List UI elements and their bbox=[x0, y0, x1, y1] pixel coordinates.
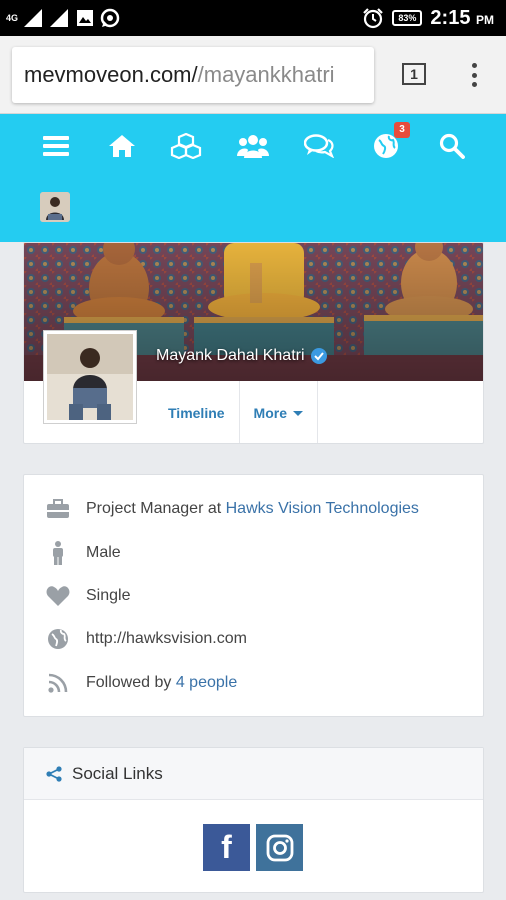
social-buttons: f bbox=[203, 824, 303, 871]
profile-name-text: Mayank Dahal Khatri bbox=[156, 347, 305, 364]
dot bbox=[471, 82, 477, 87]
profile-header-card: Mayank Dahal Khatri Timeline More bbox=[23, 242, 484, 444]
male-icon bbox=[46, 541, 70, 565]
users-icon[interactable] bbox=[235, 128, 271, 164]
notifications-badge: 3 bbox=[394, 122, 410, 138]
home-icon[interactable] bbox=[104, 128, 140, 164]
site-navbar: 3 bbox=[0, 114, 506, 242]
network-type: 4G bbox=[6, 12, 19, 23]
about-relationship: Single bbox=[24, 581, 483, 611]
website-link[interactable]: http://hawksvision.com bbox=[86, 630, 247, 648]
job-prefix: Project Manager at bbox=[86, 500, 226, 517]
cubes-icon[interactable] bbox=[168, 128, 204, 164]
rss-icon bbox=[46, 671, 70, 695]
tab-more-label: More bbox=[253, 405, 287, 421]
dot bbox=[471, 63, 477, 68]
about-card: Project Manager at Hawks Vision Technolo… bbox=[23, 474, 484, 717]
social-links-title: Social Links bbox=[72, 763, 163, 783]
caret-down-icon bbox=[293, 410, 303, 416]
facebook-button[interactable]: f bbox=[203, 824, 250, 871]
user-avatar[interactable] bbox=[40, 192, 70, 222]
clock-ampm: PM bbox=[476, 12, 494, 27]
about-website: http://hawksvision.com bbox=[24, 624, 483, 654]
heart-icon bbox=[46, 584, 70, 608]
facebook-icon: f bbox=[221, 829, 232, 865]
tab-more[interactable]: More bbox=[240, 381, 318, 443]
url-path: /mayankkhatri bbox=[197, 62, 335, 87]
instagram-button[interactable] bbox=[256, 824, 303, 871]
company-link[interactable]: Hawks Vision Technologies bbox=[226, 500, 419, 517]
tab-timeline[interactable]: Timeline bbox=[154, 381, 240, 443]
briefcase-icon bbox=[46, 497, 70, 521]
about-followers: Followed by 4 people bbox=[24, 668, 483, 698]
browser-menu-button[interactable] bbox=[463, 60, 485, 90]
clock-time: 2:15 bbox=[430, 6, 471, 29]
about-gender: Male bbox=[24, 538, 483, 568]
verified-icon bbox=[310, 348, 327, 364]
clock: 2:15 PM bbox=[430, 7, 494, 30]
globe-icon[interactable]: 3 bbox=[368, 122, 410, 164]
battery-icon: 83% bbox=[392, 10, 423, 26]
instagram-icon bbox=[266, 834, 293, 861]
url-host: mevmoveon.com/ bbox=[24, 62, 198, 87]
battery-level: 83% bbox=[398, 13, 417, 23]
followers-link[interactable]: 4 people bbox=[176, 674, 237, 691]
dot bbox=[471, 72, 477, 78]
menu-icon[interactable] bbox=[38, 128, 74, 164]
profile-tabs: Timeline More bbox=[154, 381, 318, 443]
chat-icon[interactable] bbox=[301, 128, 337, 164]
profile-photo[interactable] bbox=[44, 331, 136, 423]
followed-prefix: Followed by bbox=[86, 674, 176, 691]
globe-icon bbox=[46, 627, 70, 651]
image-icon bbox=[77, 10, 94, 26]
address-bar[interactable]: mevmoveon.com//mayankkhatri bbox=[12, 47, 374, 103]
tab-timeline-label: Timeline bbox=[168, 405, 225, 421]
alarm-icon bbox=[363, 8, 384, 29]
social-links-card: Social Links f bbox=[23, 747, 484, 893]
search-icon[interactable] bbox=[434, 128, 470, 164]
browser-toolbar: mevmoveon.com//mayankkhatri 1 bbox=[0, 36, 506, 114]
signal-icon bbox=[50, 9, 69, 27]
status-bar: 4G 83% 2:15 PM bbox=[0, 0, 506, 36]
relationship-text: Single bbox=[86, 587, 131, 604]
profile-name: Mayank Dahal Khatri bbox=[156, 347, 327, 365]
about-job: Project Manager at Hawks Vision Technolo… bbox=[24, 494, 483, 524]
share-icon bbox=[46, 765, 62, 782]
whatsapp-icon bbox=[100, 8, 120, 28]
tab-switcher-button[interactable]: 1 bbox=[402, 63, 426, 85]
social-links-header: Social Links bbox=[24, 748, 483, 800]
signal-icon bbox=[24, 9, 43, 27]
gender-text: Male bbox=[86, 544, 121, 561]
